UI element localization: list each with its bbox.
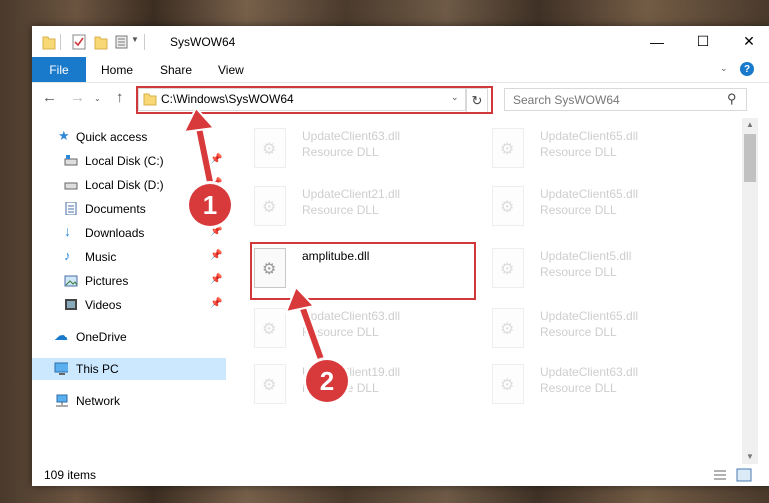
step-1-badge: 1 xyxy=(189,184,231,226)
annotation-arrows xyxy=(182,106,327,367)
step-2-badge: 2 xyxy=(306,360,348,402)
